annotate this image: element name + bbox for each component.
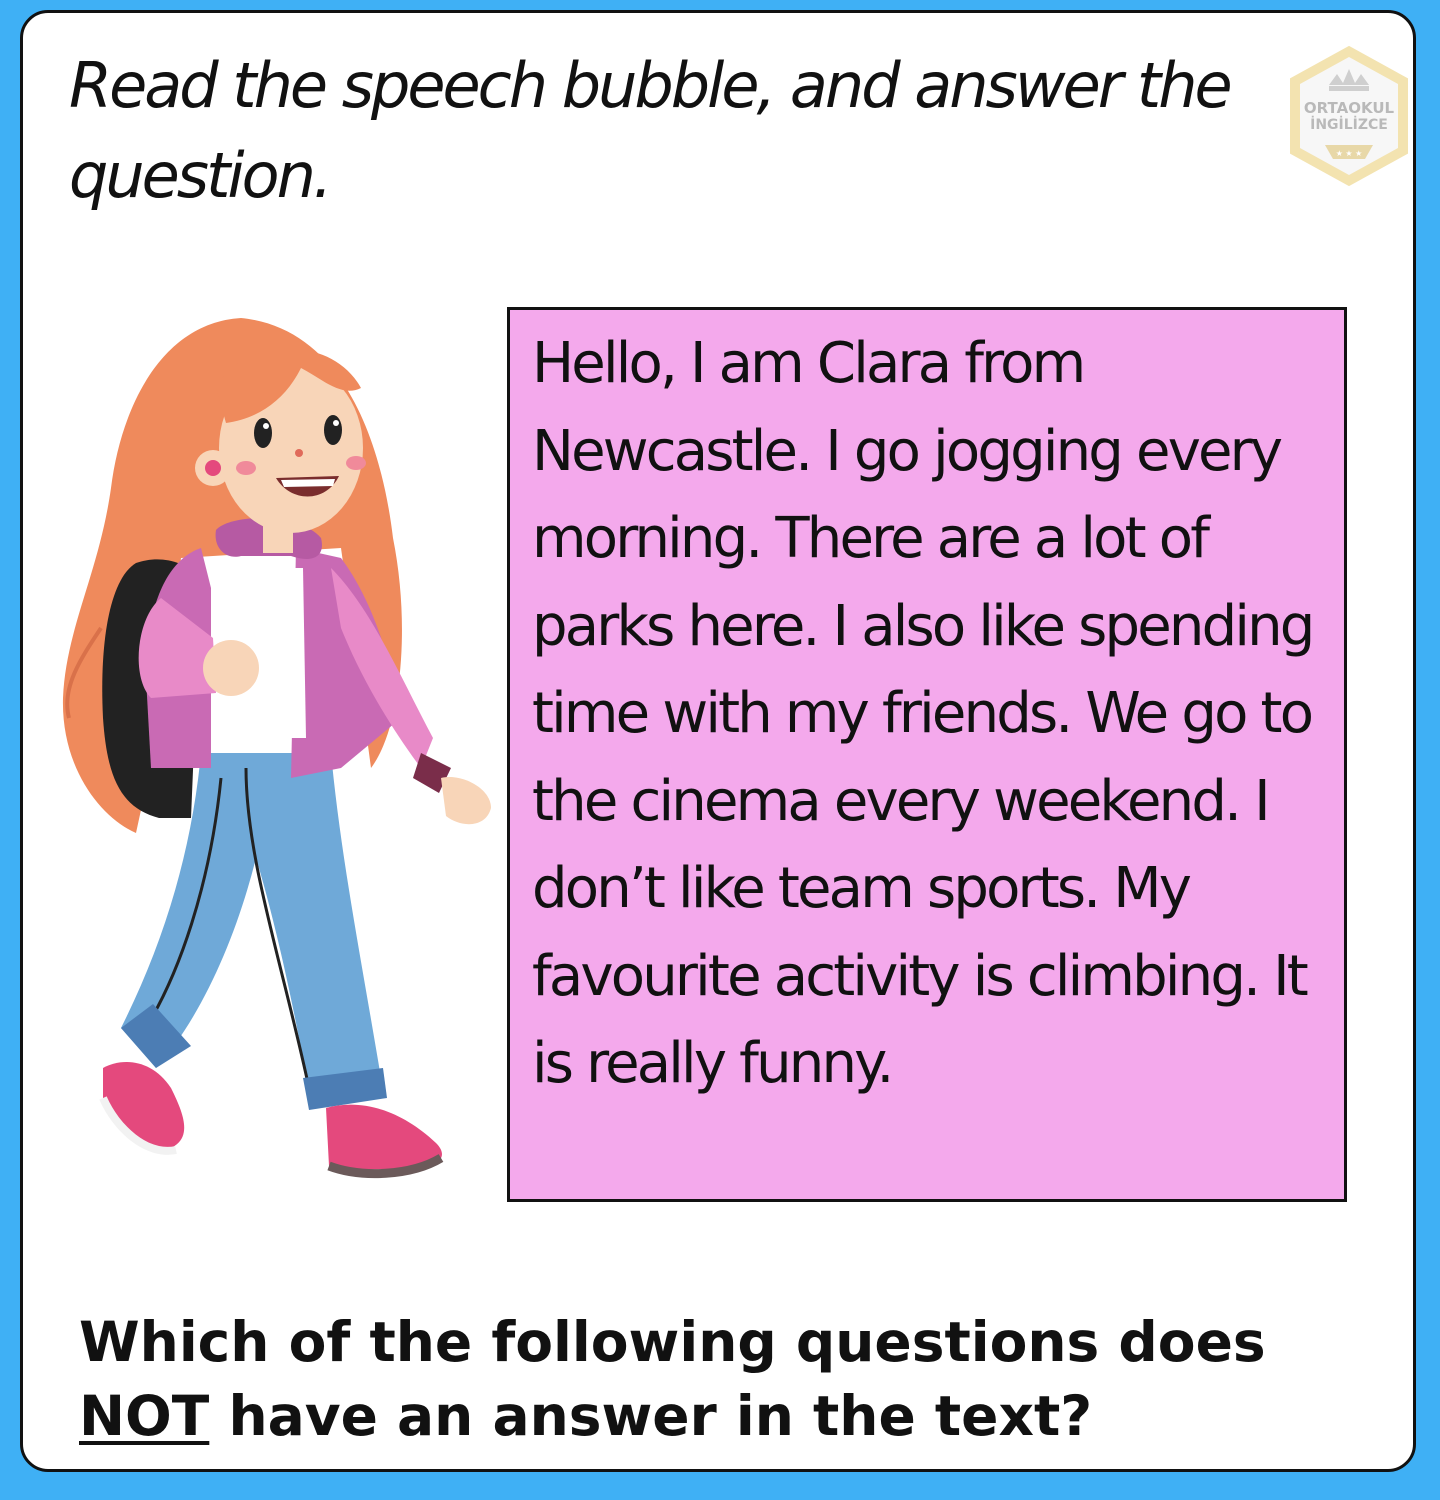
- speech-bubble-text: Hello, I am Clara from Newcastle. I go j…: [532, 331, 1315, 1096]
- instruction-heading: Read the speech bubble, and answer the q…: [69, 49, 1233, 212]
- logo-text-line2: İNGİLİZCE: [1310, 117, 1388, 133]
- question-text-before: Which of the following questions does: [79, 1310, 1266, 1374]
- question-text-after: have an answer in the text?: [209, 1384, 1093, 1448]
- question-text: Which of the following questions does NO…: [79, 1305, 1399, 1453]
- speech-bubble: Hello, I am Clara from Newcastle. I go j…: [507, 307, 1347, 1202]
- question-emphasis: NOT: [79, 1384, 210, 1448]
- worksheet-card: Read the speech bubble, and answer the q…: [20, 10, 1416, 1472]
- walking-girl-illustration: [62, 318, 491, 1178]
- logo-text-line1: ORTAOKUL: [1303, 99, 1395, 117]
- svg-text:★ ★ ★: ★ ★ ★: [1336, 149, 1363, 158]
- site-logo: ★ ★ ★ ORTAOKUL İNGİLİZCE: [1285, 41, 1413, 191]
